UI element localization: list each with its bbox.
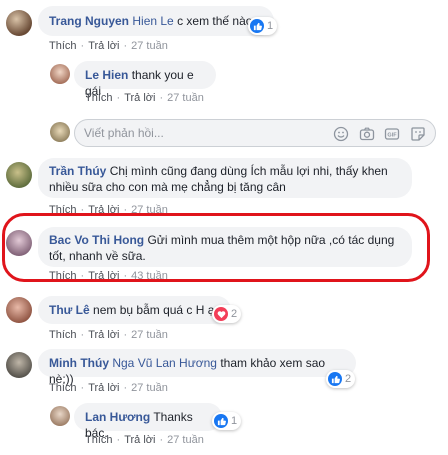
- mention-tag[interactable]: Hien Le: [132, 14, 173, 28]
- reaction-count[interactable]: 1: [212, 412, 242, 430]
- comment-text: c xem thế nào: [173, 14, 253, 28]
- heart-icon: [214, 307, 228, 321]
- reply-link[interactable]: Trả lời: [88, 329, 119, 341]
- comment-actions: Thích · Trả lời · 27 tuần: [85, 92, 204, 104]
- reaction-count[interactable]: 1: [248, 17, 278, 35]
- comment-author[interactable]: Thư Lê: [49, 303, 90, 317]
- reaction-count[interactable]: 2: [212, 305, 242, 323]
- timestamp[interactable]: 27 tuần: [167, 434, 204, 446]
- comment-author[interactable]: Lan Hương: [85, 410, 150, 424]
- avatar[interactable]: [50, 64, 70, 84]
- reply-link[interactable]: Trả lời: [88, 40, 119, 52]
- comment-author[interactable]: Le Hien: [85, 68, 128, 82]
- comment-author[interactable]: Trần Thúy: [49, 164, 106, 178]
- like-icon: [250, 19, 264, 33]
- avatar: [50, 122, 70, 142]
- avatar[interactable]: [6, 10, 32, 36]
- timestamp[interactable]: 27 tuần: [131, 40, 168, 52]
- comment-text: nem bụ bẫm quá c H ạ: [93, 303, 215, 317]
- comment-actions: Thích · Trả lời · 27 tuần: [49, 382, 168, 394]
- sticker-icon[interactable]: [410, 126, 426, 142]
- avatar[interactable]: [6, 162, 32, 188]
- comment-actions: Thích · Trả lời · 27 tuần: [49, 329, 168, 341]
- reaction-count[interactable]: 2: [326, 370, 356, 388]
- comment-bubble: Le Hien thank you e gái: [74, 61, 216, 98]
- timestamp[interactable]: 27 tuần: [131, 329, 168, 341]
- like-icon: [214, 414, 228, 428]
- reply-link[interactable]: Trả lời: [88, 382, 119, 394]
- camera-icon[interactable]: [359, 126, 375, 142]
- mention-tag[interactable]: Nga Vũ Lan Hương: [112, 356, 217, 370]
- reply-placeholder: Viết phản hồi...: [84, 126, 164, 140]
- reply-link[interactable]: Trả lời: [124, 92, 155, 104]
- avatar[interactable]: [50, 406, 70, 426]
- svg-text:GIF: GIF: [387, 133, 397, 139]
- like-link[interactable]: Thích: [85, 434, 113, 446]
- like-icon: [328, 372, 342, 386]
- like-link[interactable]: Thích: [85, 92, 113, 104]
- comment-bubble: Trần Thúy Chị mình cũng đang dùng Ích mẫ…: [38, 158, 412, 198]
- comment-bubble: Lan Hương Thanks bác.: [74, 403, 222, 440]
- avatar[interactable]: [6, 297, 32, 323]
- comment-bubble: Thư Lê nem bụ bẫm quá c H ạ: [38, 296, 231, 324]
- comment-actions: Thích · Trả lời · 27 tuần: [85, 434, 204, 446]
- gif-icon[interactable]: GIF: [384, 126, 400, 142]
- like-link[interactable]: Thích: [49, 329, 77, 341]
- comment-bubble: Trang Nguyen Hien Le c xem thế nào: [38, 6, 274, 36]
- comment-author[interactable]: Minh Thúy: [49, 356, 109, 370]
- comment-author[interactable]: Trang Nguyen: [49, 14, 129, 28]
- comment-actions: Thích · Trả lời · 27 tuần: [49, 40, 168, 52]
- highlight-annotation: [2, 213, 430, 282]
- reply-link[interactable]: Trả lời: [124, 434, 155, 446]
- timestamp[interactable]: 27 tuần: [167, 92, 204, 104]
- avatar[interactable]: [6, 352, 32, 378]
- comment-bubble: Minh Thúy Nga Vũ Lan Hương tham khảo xem…: [38, 349, 356, 386]
- like-link[interactable]: Thích: [49, 40, 77, 52]
- emoji-icon[interactable]: [333, 126, 349, 142]
- like-link[interactable]: Thích: [49, 382, 77, 394]
- reply-input[interactable]: Viết phản hồi... GIF: [74, 119, 436, 147]
- timestamp[interactable]: 27 tuần: [131, 382, 168, 394]
